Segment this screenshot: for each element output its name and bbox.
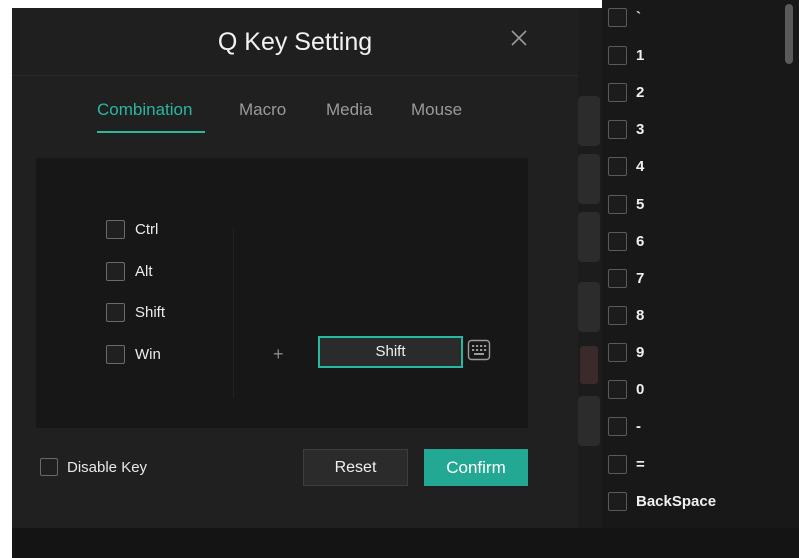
disable-key-option[interactable]: Disable Key — [40, 456, 147, 478]
list-item-label: ` — [636, 8, 641, 26]
keyboard-icon — [467, 339, 491, 361]
list-item-label: 0 — [636, 380, 645, 398]
list-item-label: 9 — [636, 343, 645, 361]
win-checkbox[interactable] — [106, 344, 125, 364]
list-item-checkbox[interactable] — [608, 194, 627, 214]
list-item-label: 3 — [636, 120, 645, 138]
background-key — [578, 154, 600, 204]
modifier-win[interactable]: Win — [106, 343, 161, 365]
key-select-list[interactable]: ` 1 2 3 4 5 6 7 8 9 0 - = BackSpace — [602, 0, 799, 528]
active-tab-indicator — [97, 131, 205, 133]
list-item-label: = — [636, 455, 645, 473]
tab-media[interactable]: Media — [326, 100, 372, 120]
alt-checkbox[interactable] — [106, 261, 125, 281]
key-setting-dialog: Q Key Setting Combination Macro Media Mo… — [12, 8, 578, 528]
modifier-label: Win — [135, 345, 161, 363]
disable-key-checkbox[interactable] — [40, 458, 58, 476]
disable-key-label: Disable Key — [67, 458, 148, 476]
screen: Q Key Setting Combination Macro Media Mo… — [0, 0, 799, 558]
list-item-checkbox[interactable] — [608, 342, 627, 362]
list-scrollbar[interactable] — [785, 4, 793, 64]
close-icon — [511, 30, 527, 46]
background-key — [580, 346, 598, 384]
shift-checkbox[interactable] — [106, 302, 125, 322]
list-item-label: 5 — [636, 195, 645, 213]
list-item-label: 1 — [636, 46, 645, 64]
list-item[interactable]: 3 — [608, 117, 644, 141]
list-item-checkbox[interactable] — [608, 305, 627, 325]
list-item-label: 2 — [636, 83, 645, 101]
list-item[interactable]: 6 — [608, 229, 644, 253]
background-key — [578, 212, 600, 262]
background-key — [578, 96, 600, 146]
list-item[interactable]: 8 — [608, 303, 644, 327]
key-field[interactable]: Shift — [318, 336, 463, 368]
list-item[interactable]: 7 — [608, 266, 644, 290]
reset-button[interactable]: Reset — [303, 449, 408, 486]
list-item[interactable]: = — [608, 452, 645, 476]
close-button[interactable] — [507, 26, 531, 50]
tab-mouse[interactable]: Mouse — [411, 100, 462, 120]
background-key — [578, 396, 600, 446]
list-item-checkbox[interactable] — [608, 82, 627, 102]
list-item-label: 4 — [636, 157, 645, 175]
list-item-checkbox[interactable] — [608, 231, 627, 251]
tab-macro[interactable]: Macro — [239, 100, 286, 120]
background-keyboard — [578, 96, 602, 516]
list-item-checkbox[interactable] — [608, 416, 627, 436]
list-item-checkbox[interactable] — [608, 379, 627, 399]
list-item[interactable]: BackSpace — [608, 489, 716, 513]
list-item[interactable]: 9 — [608, 340, 644, 364]
panel-divider — [233, 228, 234, 398]
ctrl-checkbox[interactable] — [106, 219, 125, 239]
background-key — [578, 282, 600, 332]
list-item[interactable]: 0 — [608, 377, 644, 401]
list-item-label: 7 — [636, 269, 645, 287]
modifier-ctrl[interactable]: Ctrl — [106, 218, 158, 240]
list-item-checkbox[interactable] — [608, 268, 627, 288]
list-item[interactable]: 5 — [608, 192, 644, 216]
list-item-checkbox[interactable] — [608, 491, 627, 511]
tab-combination[interactable]: Combination — [97, 100, 192, 120]
list-item-checkbox[interactable] — [608, 7, 627, 27]
modifier-label: Shift — [135, 303, 166, 321]
list-item[interactable]: ` — [608, 5, 641, 29]
dialog-header: Q Key Setting — [12, 8, 578, 76]
list-item-label: 8 — [636, 306, 645, 324]
list-item-checkbox[interactable] — [608, 45, 627, 65]
plus-sign: + — [273, 344, 284, 364]
list-item-checkbox[interactable] — [608, 119, 627, 139]
modifier-shift[interactable]: Shift — [106, 301, 165, 323]
modifier-label: Alt — [135, 262, 153, 280]
dialog-title: Q Key Setting — [217, 28, 373, 56]
list-item[interactable]: 4 — [608, 154, 644, 178]
modifier-alt[interactable]: Alt — [106, 260, 153, 282]
list-item[interactable]: 2 — [608, 80, 644, 104]
bottom-bar — [12, 528, 799, 558]
list-item-checkbox[interactable] — [608, 454, 627, 474]
list-item-label: BackSpace — [636, 492, 717, 510]
list-item[interactable]: - — [608, 414, 641, 438]
list-item-checkbox[interactable] — [608, 156, 627, 176]
modifier-label: Ctrl — [135, 220, 159, 238]
combination-panel: Ctrl Alt Shift Win + Shift — [36, 158, 528, 428]
confirm-button[interactable]: Confirm — [424, 449, 528, 486]
keyboard-button[interactable] — [467, 339, 491, 361]
list-item[interactable]: 1 — [608, 43, 644, 67]
list-item-label: 6 — [636, 232, 645, 250]
list-item-label: - — [636, 417, 641, 435]
